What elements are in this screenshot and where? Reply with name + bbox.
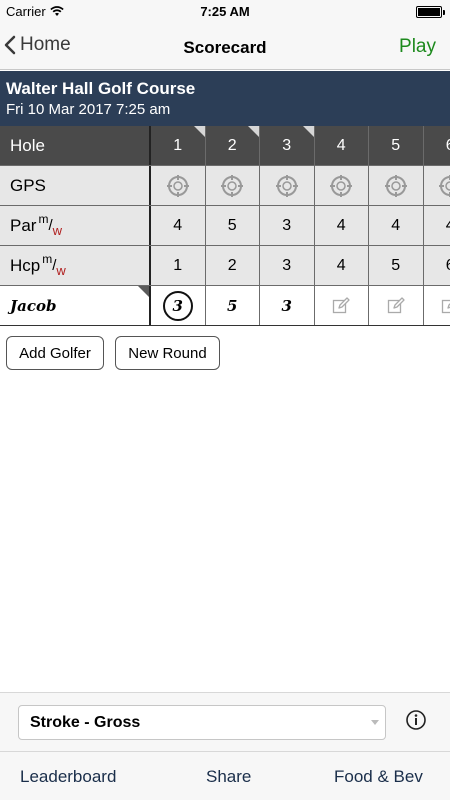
play-button[interactable]: Play — [399, 36, 436, 58]
scoring-format-value: Stroke - Gross — [30, 713, 141, 731]
score-cell[interactable]: 5 — [206, 286, 260, 325]
score-cell[interactable]: 3 — [260, 286, 315, 325]
edit-icon — [442, 299, 450, 313]
score-cell-empty[interactable] — [369, 286, 424, 325]
par-cell: 3 — [260, 206, 315, 245]
par-row-label: Par m / w — [0, 206, 151, 245]
score-cell-empty[interactable] — [315, 286, 369, 325]
gps-cell[interactable] — [260, 166, 315, 205]
gps-cell[interactable] — [206, 166, 260, 205]
crosshair-icon — [275, 174, 298, 197]
score-cell-empty[interactable] — [424, 286, 450, 325]
hcp-cell: 2 — [206, 246, 260, 285]
new-round-button[interactable]: New Round — [115, 336, 220, 370]
corner-fold-icon — [138, 286, 149, 297]
battery-icon — [416, 6, 445, 18]
hcp-cell: 4 — [315, 246, 369, 285]
par-cell: 4 — [151, 206, 206, 245]
crosshair-icon — [166, 174, 189, 197]
tab-bar: Leaderboard Share Food & Bev — [0, 751, 450, 800]
info-icon[interactable] — [405, 709, 427, 731]
dropdown-arrow-icon — [371, 720, 379, 725]
par-cell: 5 — [206, 206, 260, 245]
hcp-cell: 5 — [369, 246, 424, 285]
back-label: Home — [20, 34, 71, 55]
status-bar: Carrier 7:25 AM — [0, 0, 450, 24]
hole-row: Hole 1 2 3 4 5 6 — [0, 126, 450, 166]
player-row: Jacob 3 5 3 — [0, 286, 450, 326]
chevron-left-icon — [4, 35, 16, 55]
par-cell: 4 — [315, 206, 369, 245]
carrier-info: Carrier — [6, 4, 64, 19]
tab-share[interactable]: Share — [206, 767, 251, 787]
scoring-format-select[interactable]: Stroke - Gross — [18, 705, 386, 740]
handicap-row: Hcp m/w 1 2 3 4 5 6 — [0, 246, 450, 286]
gps-cell[interactable] — [424, 166, 450, 205]
home-back-button[interactable]: Home — [4, 34, 71, 56]
hole-cell[interactable]: 2 — [206, 126, 260, 165]
wifi-icon — [50, 6, 64, 16]
gps-row: GPS — [0, 166, 450, 206]
hole-cell[interactable]: 1 — [151, 126, 206, 165]
status-time: 7:25 AM — [200, 4, 250, 19]
navigation-bar: Home Scorecard Play — [0, 24, 450, 70]
edit-icon — [333, 296, 350, 313]
corner-fold-icon — [193, 126, 205, 137]
corner-fold-icon — [302, 126, 314, 137]
crosshair-icon — [221, 174, 244, 197]
add-golfer-button[interactable]: Add Golfer — [6, 336, 104, 370]
scorecard-grid: Hole 1 2 3 4 5 6 GPS Par m/w 4 5 3 — [0, 126, 450, 326]
course-header: Walter Hall Golf Course Fri 10 Mar 2017 … — [0, 71, 450, 126]
carrier-label: Carrier — [6, 4, 46, 19]
crosshair-icon — [384, 174, 407, 197]
player-name-cell[interactable]: Jacob — [0, 286, 151, 325]
player-name: Jacob — [10, 296, 57, 315]
hcp-cell: 6 — [424, 246, 450, 285]
score-cell[interactable]: 3 — [151, 286, 206, 325]
par-row: Par m/w 4 5 3 4 4 4 — [0, 206, 450, 246]
edit-icon — [387, 296, 405, 313]
hcp-cell: 1 — [151, 246, 206, 285]
hole-cell[interactable]: 3 — [260, 126, 315, 165]
par-cell: 4 — [424, 206, 450, 245]
gps-cell[interactable] — [315, 166, 369, 205]
crosshair-icon — [439, 174, 450, 197]
crosshair-icon — [330, 174, 353, 197]
round-date: Fri 10 Mar 2017 7:25 am — [6, 101, 171, 118]
gps-cell[interactable] — [369, 166, 424, 205]
gps-row-label: GPS — [0, 166, 151, 205]
tab-food-bev[interactable]: Food & Bev — [334, 767, 423, 787]
gps-cell[interactable] — [151, 166, 206, 205]
hcp-cell: 3 — [260, 246, 315, 285]
hole-cell[interactable]: 6 — [424, 126, 450, 165]
bottom-panel: Stroke - Gross Leaderboard Share Food & … — [0, 692, 450, 800]
hole-cell[interactable]: 5 — [369, 126, 424, 165]
birdie-circle: 3 — [162, 290, 193, 321]
corner-fold-icon — [248, 126, 259, 137]
hole-cell[interactable]: 4 — [315, 126, 369, 165]
tab-leaderboard[interactable]: Leaderboard — [20, 767, 116, 787]
par-cell: 4 — [369, 206, 424, 245]
hole-row-label: Hole — [0, 126, 151, 165]
handicap-row-label: Hcp m / w — [0, 246, 151, 285]
app-screen: Carrier 7:25 AM Home Scorecard Play Walt… — [0, 0, 450, 800]
course-name: Walter Hall Golf Course — [6, 79, 196, 98]
